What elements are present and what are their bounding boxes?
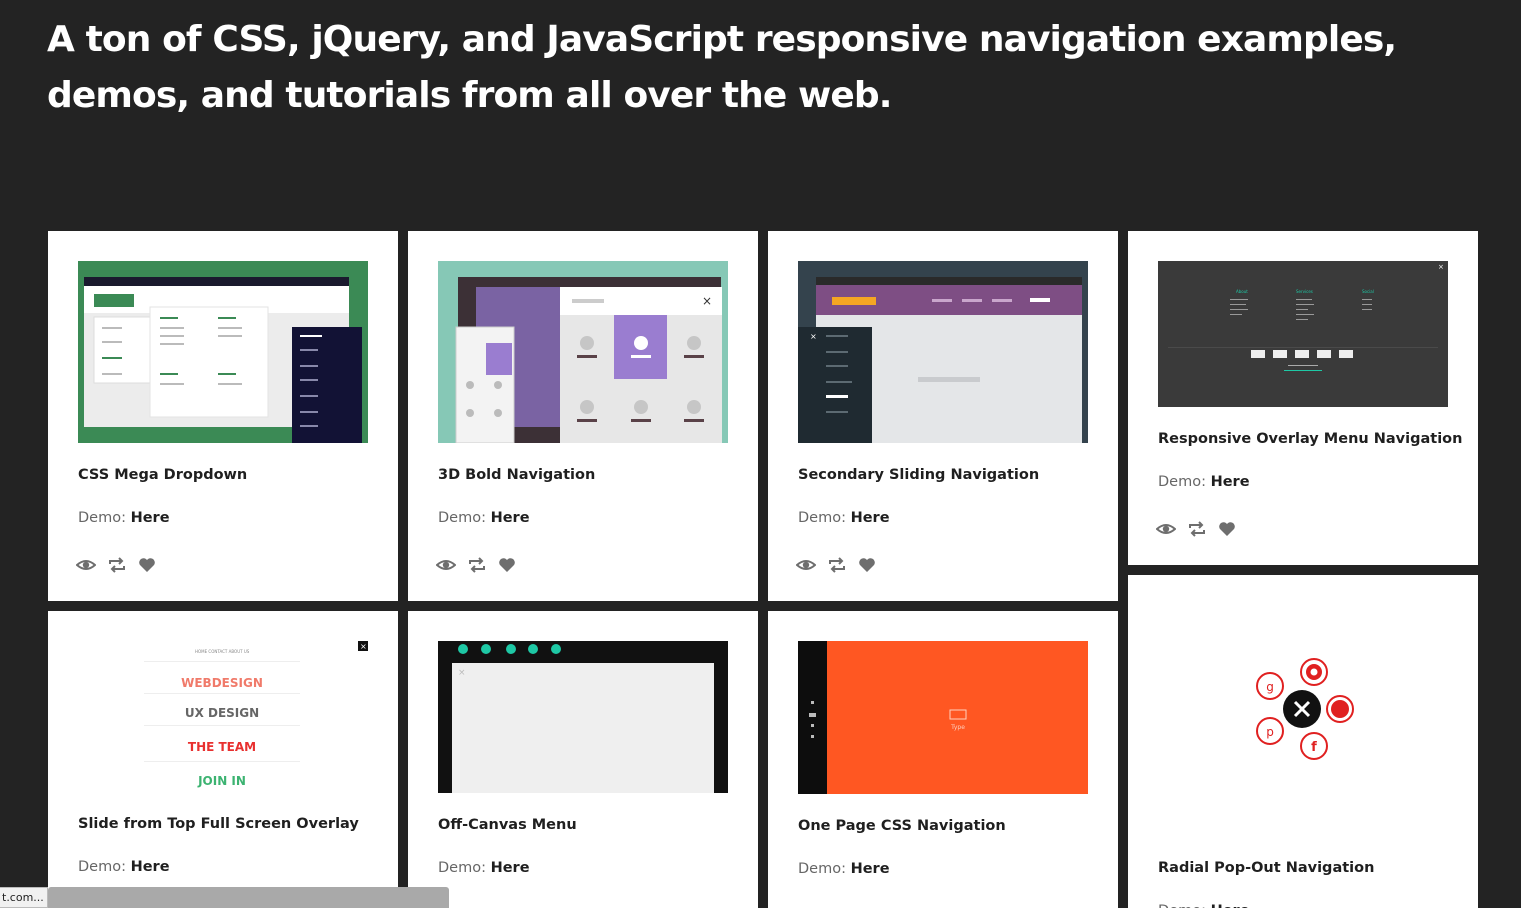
repost-icon[interactable] (108, 557, 126, 573)
svg-text:×: × (360, 642, 367, 651)
demo-link[interactable]: Here (131, 859, 170, 875)
demo-label: Demo: (78, 510, 126, 526)
page-headline: A ton of CSS, jQuery, and JavaScript res… (47, 19, 1397, 116)
overlay-col-services: Services (1296, 289, 1313, 294)
card-css-mega-dropdown[interactable]: CSS Mega Dropdown Demo: Here (48, 231, 398, 601)
overlay-item-webdesign: WEBDESIGN (181, 676, 263, 690)
svg-text:g: g (1266, 680, 1274, 694)
overlay-item-the-team: THE TEAM (188, 740, 256, 754)
demo-line: Demo: Here (798, 861, 890, 877)
svg-text:×: × (458, 668, 466, 678)
card-one-page-css-navigation[interactable]: Type One Page CSS Navigation Demo: Here (768, 611, 1118, 908)
overlay-item-ux-design: UX DESIGN (185, 706, 259, 720)
demo-line: Demo: Here (1158, 903, 1250, 908)
card-slide-from-top-overlay[interactable]: × HOME CONTACT ABOUT US WEBDESIGN UX DES… (48, 611, 398, 908)
browser-status-url: t.com... (0, 887, 48, 908)
demo-line: Demo: Here (438, 860, 530, 876)
demo-line: Demo: Here (78, 510, 170, 526)
demo-line: Demo: Here (438, 510, 530, 526)
demo-label: Demo: (1158, 903, 1206, 908)
demo-label: Demo: (798, 510, 846, 526)
svg-text:p: p (1266, 725, 1274, 739)
demo-label: Demo: (798, 861, 846, 877)
svg-text:×: × (1438, 263, 1444, 271)
eye-icon[interactable] (796, 557, 816, 573)
demo-link[interactable]: Here (851, 861, 890, 877)
demo-label: Demo: (438, 860, 486, 876)
repost-icon[interactable] (1188, 521, 1206, 537)
card-title[interactable]: Off-Canvas Menu (438, 817, 577, 833)
card-responsive-overlay-menu[interactable]: × About Services Social Responsive Overl… (1128, 231, 1478, 565)
demo-line: Demo: Here (798, 510, 890, 526)
card-title[interactable]: Secondary Sliding Navigation (798, 467, 1039, 483)
card-3d-bold-navigation[interactable]: × 3D Bold Navigation Demo: Here (408, 231, 758, 601)
card-title[interactable]: 3D Bold Navigation (438, 467, 595, 483)
thumbnail-responsive-overlay-menu[interactable]: × About Services Social (1158, 261, 1448, 407)
repost-icon[interactable] (468, 557, 486, 573)
heart-icon[interactable] (498, 557, 516, 573)
card-title[interactable]: Slide from Top Full Screen Overlay (78, 816, 359, 832)
overlay-col-about: About (1236, 289, 1248, 294)
heart-icon[interactable] (1218, 521, 1236, 537)
demo-link[interactable]: Here (491, 510, 530, 526)
heart-icon[interactable] (858, 557, 876, 573)
demo-line: Demo: Here (1158, 474, 1250, 490)
thumbnail-slide-from-top-overlay[interactable]: × HOME CONTACT ABOUT US WEBDESIGN UX DES… (78, 641, 368, 793)
card-title[interactable]: Responsive Overlay Menu Navigation (1158, 431, 1462, 447)
svg-text:×: × (702, 294, 712, 308)
demo-link[interactable]: Here (1211, 474, 1250, 490)
thumbnail-off-canvas-menu[interactable]: × (438, 641, 728, 793)
demo-line: Demo: Here (78, 859, 170, 875)
repost-icon[interactable] (828, 557, 846, 573)
demo-link[interactable]: Here (1211, 903, 1250, 908)
demo-link[interactable]: Here (131, 510, 170, 526)
demo-label: Demo: (438, 510, 486, 526)
thumbnail-radial-pop-out-navigation[interactable]: g p f (1158, 605, 1448, 815)
card-title[interactable]: Radial Pop-Out Navigation (1158, 860, 1374, 876)
eye-icon[interactable] (436, 557, 456, 573)
thumbnail-secondary-sliding-navigation[interactable]: × (798, 261, 1088, 443)
svg-text:×: × (810, 332, 817, 341)
notification-toast (48, 887, 449, 908)
demo-link[interactable]: Here (851, 510, 890, 526)
overlay-col-social: Social (1362, 289, 1374, 294)
thumbnail-one-page-css-navigation[interactable]: Type (798, 641, 1088, 794)
one-page-type-label: Type (950, 724, 965, 731)
eye-icon[interactable] (1156, 521, 1176, 537)
thumbnail-css-mega-dropdown[interactable] (78, 261, 368, 443)
overlay-item-join-in: JOIN IN (197, 774, 246, 788)
eye-icon[interactable] (76, 557, 96, 573)
demo-link[interactable]: Here (491, 860, 530, 876)
svg-text:f: f (1311, 740, 1317, 755)
demo-label: Demo: (1158, 474, 1206, 490)
card-title[interactable]: One Page CSS Navigation (798, 818, 1006, 834)
demo-label: Demo: (78, 859, 126, 875)
card-off-canvas-menu[interactable]: × Off-Canvas Menu Demo: Here (408, 611, 758, 908)
card-radial-pop-out-navigation[interactable]: g p f Radial Pop-Out Navigation Demo: He… (1128, 575, 1478, 908)
overlay-top-nav: HOME CONTACT ABOUT US (195, 649, 250, 654)
heart-icon[interactable] (138, 557, 156, 573)
card-title[interactable]: CSS Mega Dropdown (78, 467, 247, 483)
card-secondary-sliding-navigation[interactable]: × Secondary Sliding Navigation Demo: Her… (768, 231, 1118, 601)
thumbnail-3d-bold-navigation[interactable]: × (438, 261, 728, 443)
